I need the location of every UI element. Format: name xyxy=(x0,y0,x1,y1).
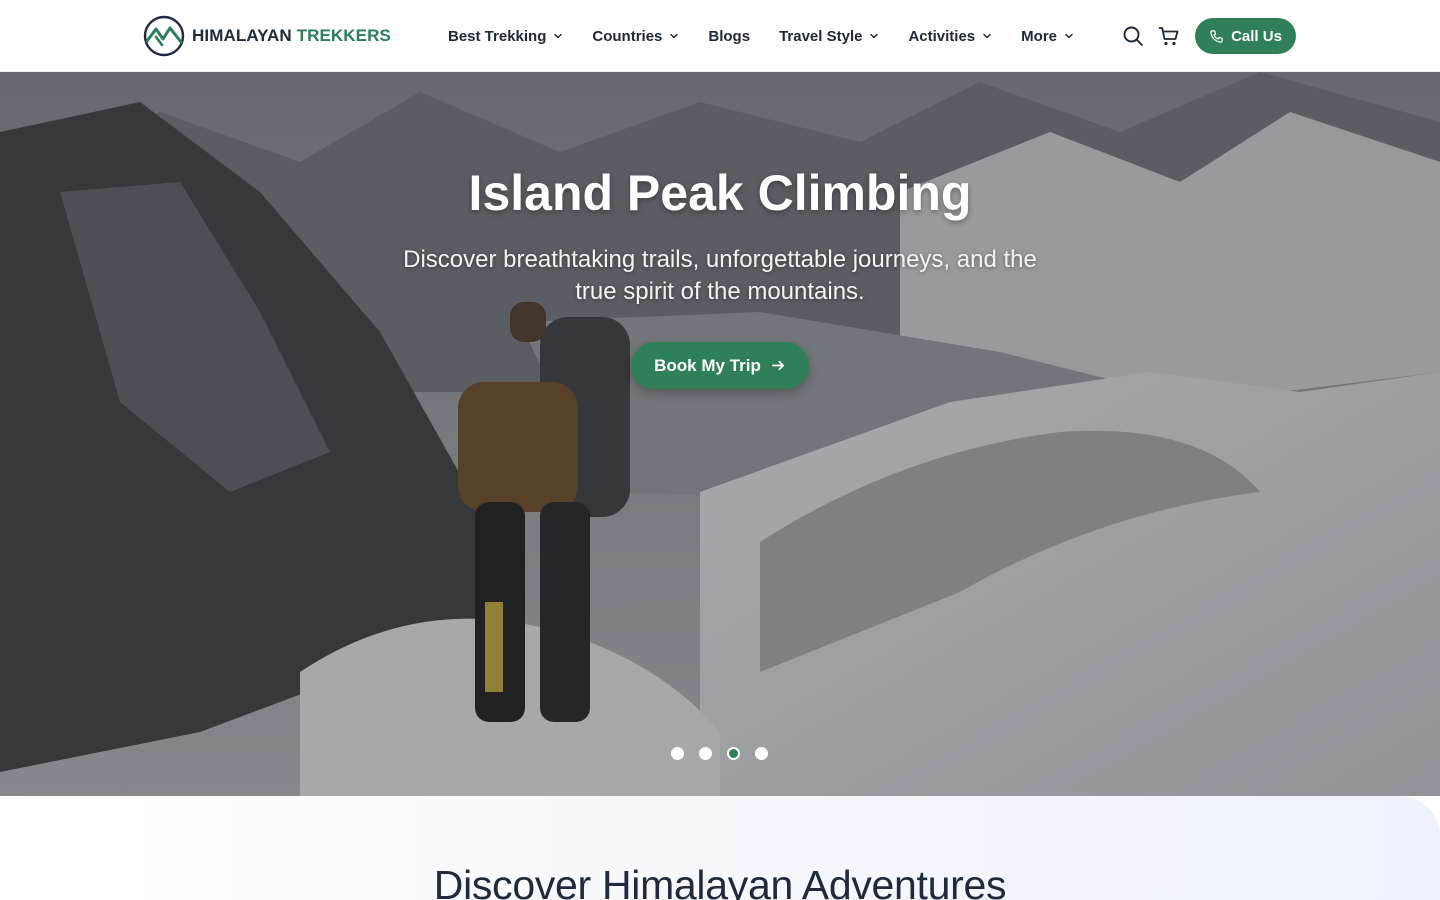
hero-slider: Island Peak Climbing Discover breathtaki… xyxy=(0,72,1440,796)
mountain-logo-icon xyxy=(143,15,185,57)
slider-pagination xyxy=(671,747,768,760)
book-my-trip-button[interactable]: Book My Trip xyxy=(631,342,809,389)
slider-dot-4[interactable] xyxy=(755,747,768,760)
hero-subtitle: Discover breathtaking trails, unforgetta… xyxy=(403,246,1037,305)
phone-icon xyxy=(1210,29,1223,43)
nav-item-travel-style[interactable]: Travel Style xyxy=(779,28,879,45)
discover-section: Discover Himalayan Adventures xyxy=(0,796,1440,900)
nav-item-label: Countries xyxy=(592,27,663,45)
nav-item-countries[interactable]: Countries xyxy=(592,28,679,45)
nav-item-more[interactable]: More xyxy=(1021,28,1074,45)
hero-title: Island Peak Climbing xyxy=(468,165,972,221)
chevron-down-icon xyxy=(554,33,563,39)
brand-logo[interactable]: HIMALAYAN TREKKERS xyxy=(143,15,391,57)
brand-name-part2: TREKKERS xyxy=(296,26,391,45)
call-us-button[interactable]: Call Us xyxy=(1195,18,1296,54)
nav-item-activities[interactable]: Activities xyxy=(908,28,992,45)
nav-item-label: Activities xyxy=(908,27,976,45)
nav-item-label: Blogs xyxy=(708,27,751,45)
nav-item-blogs[interactable]: Blogs xyxy=(708,28,750,45)
brand-name-part1: HIMALAYAN xyxy=(192,26,292,45)
chevron-down-icon xyxy=(983,33,991,39)
discover-heading: Discover Himalayan Adventures xyxy=(433,862,1007,900)
nav-item-label: Best Trekking xyxy=(448,27,547,45)
slider-dot-1[interactable] xyxy=(671,747,684,760)
slider-dot-3-active[interactable] xyxy=(727,747,740,760)
nav-item-label: More xyxy=(1021,27,1057,45)
cart-icon[interactable] xyxy=(1157,24,1181,48)
main-nav: Best Trekking Countries Blogs Travel Sty… xyxy=(448,0,1074,72)
nav-item-label: Travel Style xyxy=(779,27,863,45)
site-header: HIMALAYAN TREKKERS Best Trekking Countri… xyxy=(0,0,1440,72)
slider-dot-2[interactable] xyxy=(699,747,712,760)
book-my-trip-label: Book My Trip xyxy=(654,355,761,375)
brand-name: HIMALAYAN TREKKERS xyxy=(192,26,391,46)
search-icon[interactable] xyxy=(1121,24,1145,48)
arrow-right-icon xyxy=(771,360,784,371)
call-us-label: Call Us xyxy=(1231,27,1282,45)
chevron-down-icon xyxy=(1065,33,1073,39)
nav-item-best-trekking[interactable]: Best Trekking xyxy=(448,28,563,45)
chevron-down-icon xyxy=(670,33,679,39)
chevron-down-icon xyxy=(870,33,879,39)
